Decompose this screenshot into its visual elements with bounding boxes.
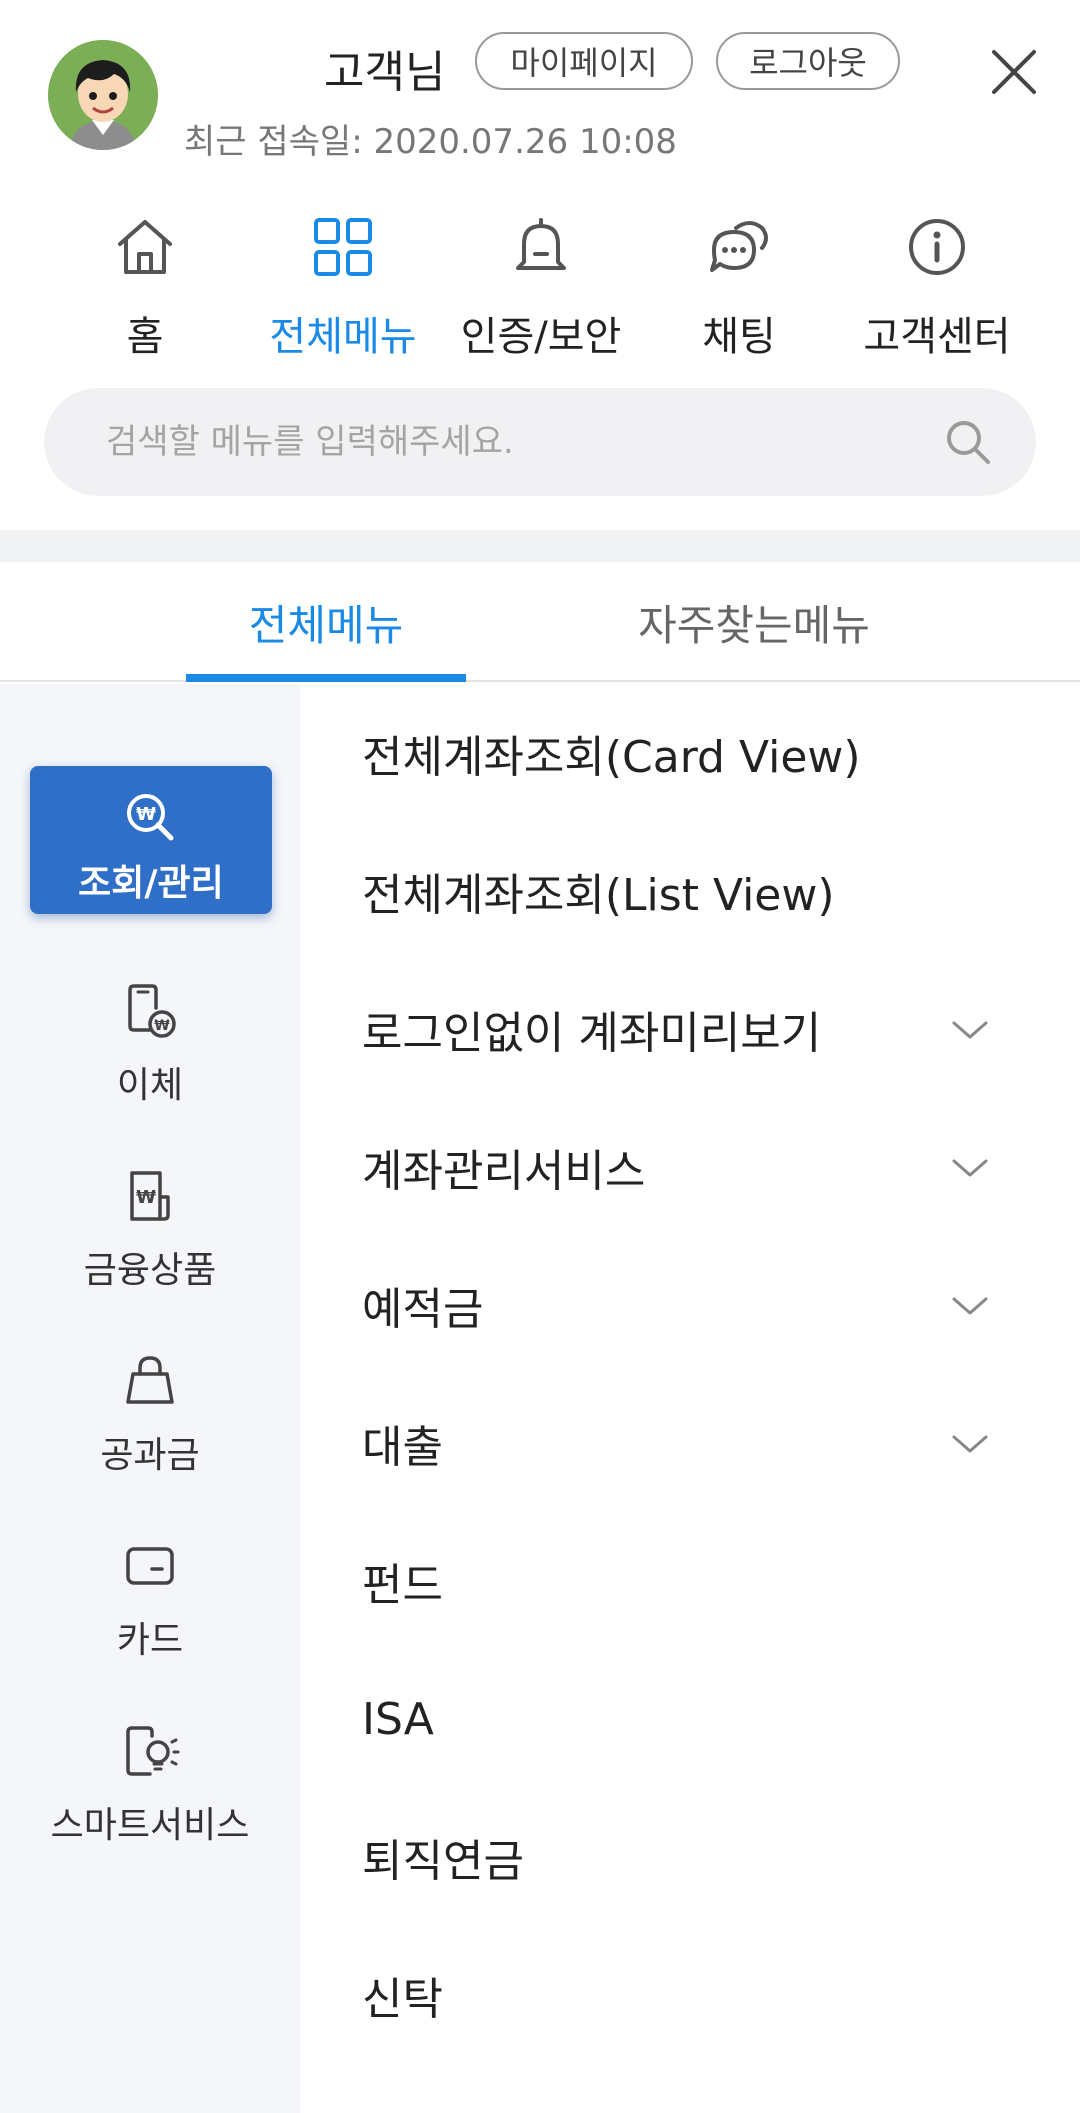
card-icon xyxy=(120,1537,180,1597)
search-input[interactable] xyxy=(106,388,926,496)
sidebar-item-label: 이체 xyxy=(116,1065,184,1106)
menu-item-label: 로그인없이 계좌미리보기 xyxy=(362,1008,822,1059)
sidebar-item-label: 공과금 xyxy=(100,1435,200,1476)
quick-nav-label: 고객센터 xyxy=(863,314,1011,360)
sidebar-item-label: 스마트서비스 xyxy=(50,1805,250,1846)
logout-button[interactable]: 로그아웃 xyxy=(716,32,900,90)
menu-item-account-preview[interactable]: 로그인없이 계좌미리보기 xyxy=(300,960,1080,1098)
quick-nav-label: 채팅 xyxy=(702,314,776,360)
phone-bulb-icon xyxy=(120,1722,180,1782)
close-icon[interactable] xyxy=(988,46,1040,98)
search-won-icon: ₩ xyxy=(121,788,181,848)
home-icon xyxy=(112,214,178,280)
menu-item-trust[interactable]: 신탁 xyxy=(300,1926,1080,2064)
grid-icon xyxy=(310,214,376,280)
quick-nav-label: 인증/보안 xyxy=(460,314,622,360)
menu-tabs: 전체메뉴 자주찾는메뉴 xyxy=(0,562,1080,682)
menu-item-label: 신탁 xyxy=(362,1974,443,2025)
chevron-down-icon[interactable] xyxy=(950,1286,990,1326)
sidebar-item-transfer[interactable]: ₩ 이체 xyxy=(0,964,300,1134)
svg-text:₩: ₩ xyxy=(154,1018,170,1034)
quick-nav-auth-security[interactable]: 인증/보안 xyxy=(442,200,640,370)
sidebar-item-smart-service[interactable]: 스마트서비스 xyxy=(0,1704,300,1874)
bell-icon xyxy=(508,214,574,280)
menu-item-label: 전체계좌조회(Card View) xyxy=(362,732,861,783)
menu-item-isa[interactable]: ISA xyxy=(300,1650,1080,1788)
mypage-button[interactable]: 마이페이지 xyxy=(475,32,693,90)
quick-nav-label: 전체메뉴 xyxy=(269,314,417,360)
menu-item-label: ISA xyxy=(362,1693,434,1745)
quick-nav: 홈 전체메뉴 인증/보안 채팅 고객센터 xyxy=(0,200,1080,370)
menu-item-funds[interactable]: 펀드 xyxy=(300,1512,1080,1650)
section-divider xyxy=(0,530,1080,562)
quick-nav-customer-center[interactable]: 고객센터 xyxy=(838,200,1036,370)
bag-icon xyxy=(120,1352,180,1412)
category-sidebar: ₩ 조회/관리 ₩ 이체 ₩ 금융상품 공과금 카드 스마트서비스 xyxy=(0,684,300,2113)
menu-item-all-accounts-card-view[interactable]: 전체계좌조회(Card View) xyxy=(300,684,1080,822)
menu-item-label: 계좌관리서비스 xyxy=(362,1146,646,1197)
sidebar-item-label: 조회/관리 xyxy=(78,863,224,904)
sidebar-item-financial-products[interactable]: ₩ 금융상품 xyxy=(0,1149,300,1319)
quick-nav-chat[interactable]: 채팅 xyxy=(640,200,838,370)
menu-item-loans[interactable]: 대출 xyxy=(300,1374,1080,1512)
document-won-icon: ₩ xyxy=(120,1167,180,1227)
header: 고객님 마이페이지 로그아웃 최근 접속일: 2020.07.26 10:08 xyxy=(0,0,1080,170)
menu-item-all-accounts-list-view[interactable]: 전체계좌조회(List View) xyxy=(300,822,1080,960)
menu-item-label: 퇴직연금 xyxy=(362,1836,524,1887)
tab-all-menu[interactable]: 전체메뉴 xyxy=(186,562,466,682)
sidebar-item-card[interactable]: 카드 xyxy=(0,1519,300,1689)
svg-text:₩: ₩ xyxy=(136,804,156,825)
menu-item-account-management[interactable]: 계좌관리서비스 xyxy=(300,1098,1080,1236)
quick-nav-home[interactable]: 홈 xyxy=(46,200,244,370)
menu-item-label: 예적금 xyxy=(362,1284,484,1335)
sidebar-item-label: 카드 xyxy=(116,1620,184,1661)
tab-frequent-menu[interactable]: 자주찾는메뉴 xyxy=(614,562,894,682)
user-name: 고객님 xyxy=(324,47,446,98)
chevron-down-icon[interactable] xyxy=(950,1424,990,1464)
chat-icon xyxy=(706,214,772,280)
avatar[interactable] xyxy=(48,40,158,150)
chevron-down-icon[interactable] xyxy=(950,1148,990,1188)
search-bar xyxy=(44,388,1036,496)
quick-nav-all-menu[interactable]: 전체메뉴 xyxy=(244,200,442,370)
info-icon xyxy=(904,214,970,280)
menu-item-deposits[interactable]: 예적금 xyxy=(300,1236,1080,1374)
sidebar-item-inquiry[interactable]: ₩ 조회/관리 xyxy=(30,766,272,914)
menu-item-retirement-pension[interactable]: 퇴직연금 xyxy=(300,1788,1080,1926)
menu-item-label: 대출 xyxy=(362,1422,443,1473)
sidebar-item-utility-bills[interactable]: 공과금 xyxy=(0,1334,300,1504)
sidebar-item-label: 금융상품 xyxy=(83,1250,217,1291)
menu-item-label: 전체계좌조회(List View) xyxy=(362,870,835,921)
active-tab-indicator xyxy=(186,674,466,682)
phone-won-icon: ₩ xyxy=(120,982,180,1042)
chevron-down-icon[interactable] xyxy=(950,1010,990,1050)
last-login-text: 최근 접속일: 2020.07.26 10:08 xyxy=(184,122,677,162)
search-icon[interactable] xyxy=(944,418,992,466)
quick-nav-label: 홈 xyxy=(126,314,164,360)
menu-item-label: 펀드 xyxy=(362,1560,443,1611)
svg-text:₩: ₩ xyxy=(136,1187,156,1208)
